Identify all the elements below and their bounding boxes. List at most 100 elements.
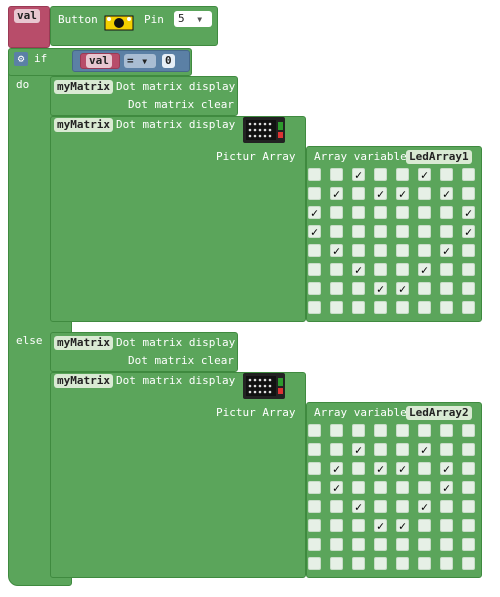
pin-dropdown[interactable]: 5 ▼ [174, 11, 212, 27]
else-led-cell-1-4[interactable] [396, 443, 409, 456]
variable-chip[interactable]: val [14, 9, 40, 23]
else-led-cell-2-0[interactable] [308, 462, 321, 475]
do-led-cell-3-3[interactable] [374, 225, 387, 238]
else-led-cell-4-6[interactable] [440, 500, 453, 513]
else-led-cell-4-7[interactable] [462, 500, 475, 513]
do-led-cell-1-7[interactable] [462, 187, 475, 200]
else-led-cell-3-1[interactable]: ✓ [330, 481, 343, 494]
do-led-cell-2-6[interactable] [440, 206, 453, 219]
else-led-cell-1-0[interactable] [308, 443, 321, 456]
do-led-cell-3-1[interactable] [330, 225, 343, 238]
do-led-cell-4-0[interactable] [308, 244, 321, 257]
else-matrix-obj-chip[interactable]: myMatrix [54, 336, 113, 350]
do-led-cell-5-0[interactable] [308, 263, 321, 276]
else-led-cell-0-1[interactable] [330, 424, 343, 437]
do-led-cell-3-7[interactable]: ✓ [462, 225, 475, 238]
else-array-name-chip[interactable]: LedArray2 [406, 406, 472, 420]
else-led-cell-4-5[interactable]: ✓ [418, 500, 431, 513]
else-led-cell-5-7[interactable] [462, 519, 475, 532]
do-led-cell-0-1[interactable] [330, 168, 343, 181]
do-led-cell-0-3[interactable] [374, 168, 387, 181]
else-led-cell-6-1[interactable] [330, 538, 343, 551]
else-led-cell-1-7[interactable] [462, 443, 475, 456]
else-led-cell-2-1[interactable]: ✓ [330, 462, 343, 475]
else-led-cell-5-2[interactable] [352, 519, 365, 532]
else-led-cell-5-6[interactable] [440, 519, 453, 532]
else-led-cell-4-0[interactable] [308, 500, 321, 513]
else-led-cell-0-7[interactable] [462, 424, 475, 437]
do-led-cell-6-4[interactable]: ✓ [396, 282, 409, 295]
else-led-cell-2-4[interactable]: ✓ [396, 462, 409, 475]
do-led-cell-1-2[interactable] [352, 187, 365, 200]
do-led-cell-1-1[interactable]: ✓ [330, 187, 343, 200]
else-led-cell-2-2[interactable] [352, 462, 365, 475]
else-led-cell-1-2[interactable]: ✓ [352, 443, 365, 456]
do-led-cell-5-6[interactable] [440, 263, 453, 276]
do-led-cell-7-2[interactable] [352, 301, 365, 314]
do-led-cell-6-7[interactable] [462, 282, 475, 295]
do-led-cell-3-5[interactable] [418, 225, 431, 238]
do-led-cell-4-2[interactable] [352, 244, 365, 257]
do-led-cell-1-3[interactable]: ✓ [374, 187, 387, 200]
do-led-cell-6-1[interactable] [330, 282, 343, 295]
do-led-cell-3-6[interactable] [440, 225, 453, 238]
do-led-cell-0-0[interactable] [308, 168, 321, 181]
do-led-cell-7-3[interactable] [374, 301, 387, 314]
do-led-cell-1-4[interactable]: ✓ [396, 187, 409, 200]
else-led-cell-0-4[interactable] [396, 424, 409, 437]
else-led-cell-5-4[interactable]: ✓ [396, 519, 409, 532]
settings-gear-icon[interactable]: ⚙ [14, 52, 28, 66]
else-led-cell-7-7[interactable] [462, 557, 475, 570]
else-led-cell-7-1[interactable] [330, 557, 343, 570]
else-dot-matrix-picture-block[interactable] [50, 372, 306, 578]
do-led-cell-3-2[interactable] [352, 225, 365, 238]
else-led-cell-2-3[interactable]: ✓ [374, 462, 387, 475]
else-led-cell-4-2[interactable]: ✓ [352, 500, 365, 513]
do-led-cell-2-7[interactable]: ✓ [462, 206, 475, 219]
do-led-cell-0-6[interactable] [440, 168, 453, 181]
do-matrix-obj-chip[interactable]: myMatrix [54, 80, 113, 94]
else-led-cell-0-0[interactable] [308, 424, 321, 437]
else-led-cell-3-2[interactable] [352, 481, 365, 494]
do-led-cell-4-4[interactable] [396, 244, 409, 257]
else-led-cell-3-7[interactable] [462, 481, 475, 494]
do-led-cell-1-6[interactable]: ✓ [440, 187, 453, 200]
else-led-cell-7-4[interactable] [396, 557, 409, 570]
else-led-cell-1-3[interactable] [374, 443, 387, 456]
do-led-cell-1-0[interactable] [308, 187, 321, 200]
else-led-cell-5-3[interactable]: ✓ [374, 519, 387, 532]
else-led-cell-1-6[interactable] [440, 443, 453, 456]
operator-dropdown[interactable]: = ▼ [124, 54, 156, 68]
else-led-cell-7-6[interactable] [440, 557, 453, 570]
do-led-cell-5-5[interactable]: ✓ [418, 263, 431, 276]
do-array-name-chip[interactable]: LedArray1 [406, 150, 472, 164]
else-led-cell-6-3[interactable] [374, 538, 387, 551]
do-led-cell-0-7[interactable] [462, 168, 475, 181]
else-led-cell-4-3[interactable] [374, 500, 387, 513]
else-led-cell-6-7[interactable] [462, 538, 475, 551]
do-led-cell-2-1[interactable] [330, 206, 343, 219]
else-led-cell-7-2[interactable] [352, 557, 365, 570]
do-led-cell-5-4[interactable] [396, 263, 409, 276]
else-led-cell-0-5[interactable] [418, 424, 431, 437]
else-led-cell-7-0[interactable] [308, 557, 321, 570]
do-led-cell-7-6[interactable] [440, 301, 453, 314]
do-matrix-obj-chip-2[interactable]: myMatrix [54, 118, 113, 132]
do-led-cell-7-1[interactable] [330, 301, 343, 314]
else-led-cell-6-0[interactable] [308, 538, 321, 551]
else-led-cell-7-5[interactable] [418, 557, 431, 570]
do-led-cell-6-0[interactable] [308, 282, 321, 295]
do-led-cell-4-5[interactable] [418, 244, 431, 257]
do-led-cell-5-7[interactable] [462, 263, 475, 276]
else-led-cell-4-1[interactable] [330, 500, 343, 513]
do-led-cell-6-6[interactable] [440, 282, 453, 295]
else-led-cell-5-0[interactable] [308, 519, 321, 532]
else-led-cell-6-4[interactable] [396, 538, 409, 551]
else-led-cell-1-5[interactable]: ✓ [418, 443, 431, 456]
else-led-cell-5-5[interactable] [418, 519, 431, 532]
else-led-cell-0-3[interactable] [374, 424, 387, 437]
else-led-cell-3-3[interactable] [374, 481, 387, 494]
do-led-cell-4-7[interactable] [462, 244, 475, 257]
do-led-cell-5-2[interactable]: ✓ [352, 263, 365, 276]
do-led-cell-0-2[interactable]: ✓ [352, 168, 365, 181]
